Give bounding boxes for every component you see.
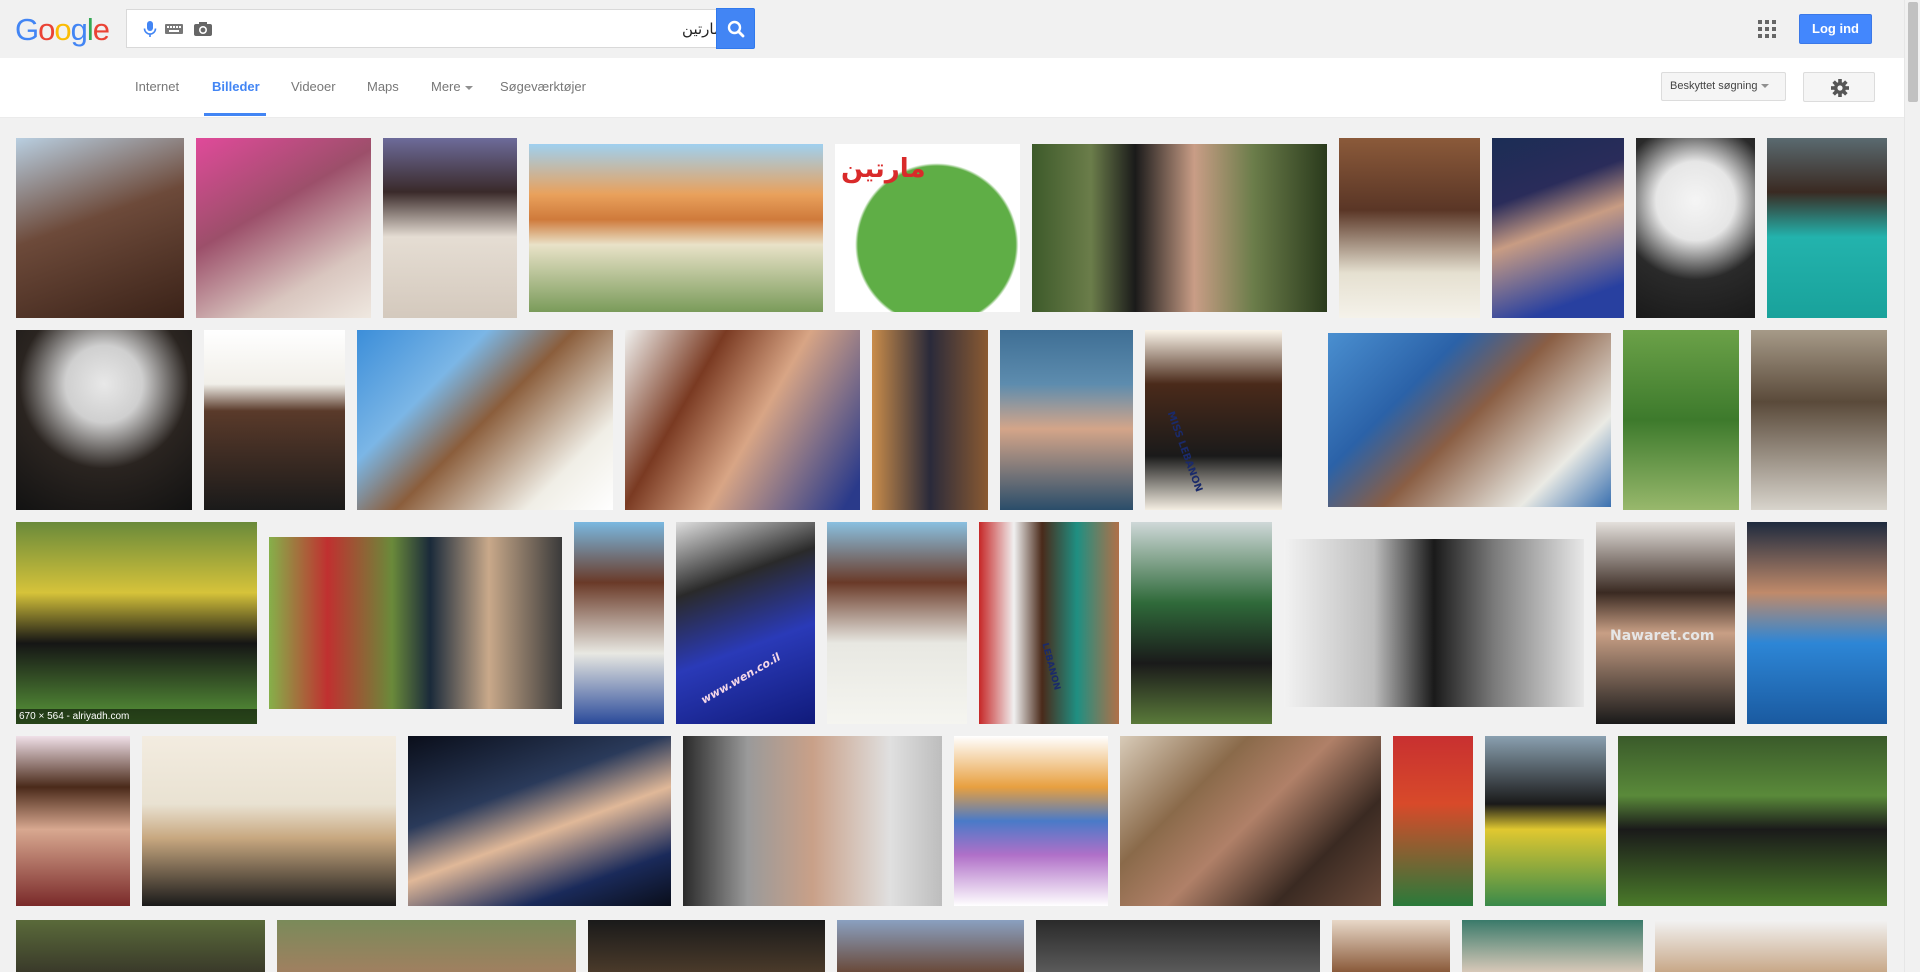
image-result[interactable]	[16, 138, 184, 318]
search-icon	[727, 20, 745, 38]
image-result[interactable]	[16, 330, 192, 510]
logo-letter: o	[54, 12, 71, 47]
image-result[interactable]	[1328, 333, 1611, 507]
image-result[interactable]	[1000, 330, 1133, 510]
image-result[interactable]	[1747, 522, 1887, 724]
tab-maps[interactable]: Maps	[367, 79, 399, 94]
image-result[interactable]	[204, 330, 345, 510]
image-result[interactable]	[1036, 920, 1320, 972]
tab-images[interactable]: Billeder	[212, 79, 260, 94]
search-input[interactable]	[222, 16, 722, 42]
cartoon-title-text: مارتين	[841, 154, 926, 184]
image-result[interactable]	[837, 920, 1024, 972]
image-result[interactable]	[1636, 138, 1755, 318]
image-result[interactable]	[1655, 920, 1887, 972]
watermark-text: www.wen.co.il	[698, 650, 783, 707]
gear-icon	[1831, 79, 1849, 97]
logo-letter: e	[92, 12, 110, 47]
image-result[interactable]	[1393, 736, 1473, 906]
tab-videos[interactable]: Videoer	[291, 79, 336, 94]
image-result[interactable]	[142, 736, 396, 906]
safe-search-label: Beskyttet søgning	[1670, 80, 1758, 92]
tab-internet[interactable]: Internet	[135, 79, 179, 94]
logo-letter: G	[15, 12, 39, 47]
chevron-down-icon	[1761, 84, 1770, 89]
chevron-down-icon	[464, 85, 473, 90]
keyboard-icon[interactable]	[164, 19, 184, 39]
results-nav: Internet Billeder Videoer Maps Mere Søge…	[0, 58, 1904, 118]
image-result[interactable]	[408, 736, 671, 906]
image-result[interactable]	[383, 138, 517, 318]
image-result[interactable]	[1751, 330, 1887, 510]
login-button[interactable]: Log ind	[1799, 14, 1872, 44]
image-result[interactable]	[357, 330, 613, 510]
image-result[interactable]	[827, 522, 967, 724]
image-result[interactable]	[1284, 539, 1584, 707]
watermark-text: Nawaret.com	[1610, 628, 1715, 644]
image-result[interactable]	[16, 736, 130, 906]
image-result[interactable]	[1131, 522, 1272, 724]
tab-search-tools[interactable]: Søgeværktøjer	[500, 79, 586, 94]
search-box	[126, 9, 736, 48]
image-hover-caption: 670 × 564 - alriyadh.com	[16, 709, 257, 724]
image-result[interactable]	[574, 522, 664, 724]
apps-grid-icon[interactable]	[1758, 20, 1776, 38]
page-scrollbar[interactable]	[1904, 0, 1920, 972]
image-result[interactable]	[1618, 736, 1887, 906]
active-tab-indicator	[204, 113, 266, 116]
image-results-grid: مارتين MISS LEBANON 670 × 564 - alriyadh…	[0, 118, 1904, 972]
image-result[interactable]: www.wen.co.il	[676, 522, 815, 724]
safe-search-button[interactable]: Beskyttet søgning	[1661, 72, 1786, 101]
image-result[interactable]	[1623, 330, 1739, 510]
top-bar: Google Log ind	[0, 0, 1920, 58]
logo-letter: o	[38, 12, 55, 47]
settings-button[interactable]	[1803, 72, 1875, 102]
camera-icon[interactable]	[193, 19, 213, 39]
tab-more[interactable]: Mere	[431, 79, 473, 94]
image-result[interactable]	[196, 138, 371, 318]
image-result[interactable]	[1485, 736, 1606, 906]
image-result[interactable]	[1032, 144, 1327, 312]
sash-text: MISS LEBANON	[1164, 410, 1205, 494]
image-result[interactable]	[277, 920, 576, 972]
image-result[interactable]	[1462, 920, 1643, 972]
image-result[interactable]	[16, 920, 265, 972]
image-result[interactable]	[1492, 138, 1624, 318]
scrollbar-thumb[interactable]	[1908, 2, 1918, 102]
image-result[interactable]: 670 × 564 - alriyadh.com	[16, 522, 257, 724]
image-result[interactable]	[269, 537, 562, 709]
tab-more-label: Mere	[431, 79, 461, 94]
google-logo[interactable]: Google	[15, 12, 110, 48]
image-result[interactable]	[1120, 736, 1381, 906]
image-result[interactable]: MISS LEBANON	[1145, 330, 1282, 510]
image-result[interactable]	[1767, 138, 1887, 318]
search-button[interactable]	[716, 8, 755, 49]
image-result[interactable]: LEBANON	[979, 522, 1119, 724]
microphone-icon[interactable]	[140, 19, 160, 39]
image-result[interactable]	[1339, 138, 1480, 318]
image-result[interactable]	[683, 736, 942, 906]
image-result[interactable]	[529, 144, 823, 312]
image-result[interactable]	[872, 330, 988, 510]
image-result[interactable]: مارتين	[835, 144, 1020, 312]
sash-text: LEBANON	[1039, 642, 1062, 692]
image-result[interactable]	[954, 736, 1108, 906]
image-result[interactable]	[1332, 920, 1450, 972]
image-result[interactable]	[625, 330, 860, 510]
image-result[interactable]: Nawaret.com	[1596, 522, 1735, 724]
logo-letter: g	[70, 12, 88, 47]
image-result[interactable]	[588, 920, 825, 972]
